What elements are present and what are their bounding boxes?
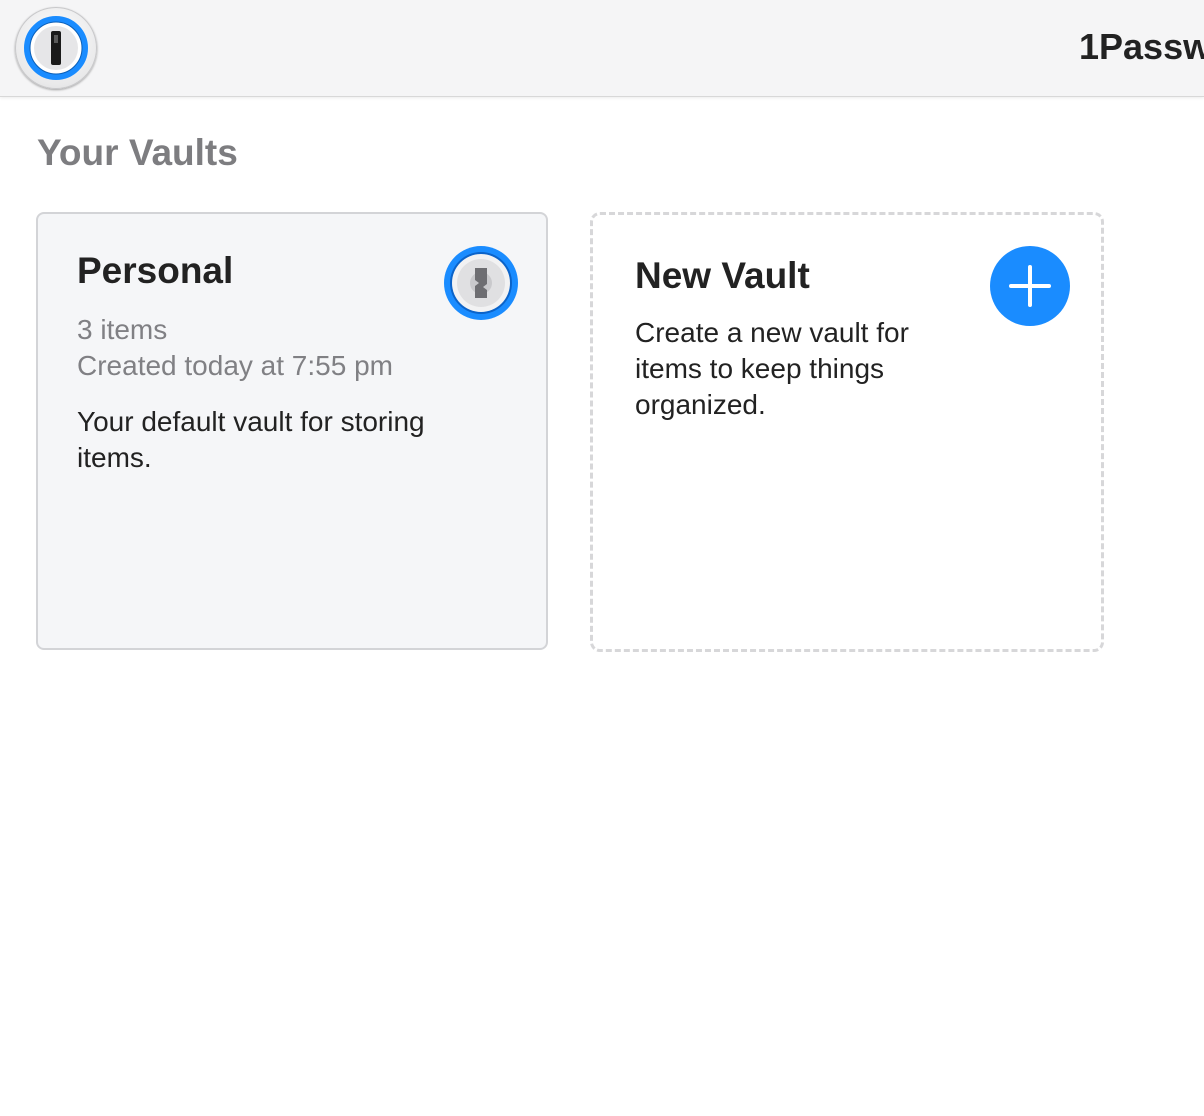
vault-created-date: Created today at 7:55 pm <box>77 350 393 381</box>
app-title: 1Password <box>1079 26 1204 67</box>
section-title: Your Vaults <box>37 132 238 173</box>
vault-meta: 3 items Created today at 7:55 pm <box>77 312 393 384</box>
plus-icon <box>1009 265 1051 307</box>
top-bar: 1Password <box>0 0 1204 97</box>
vault-item-count: 3 items <box>77 314 168 345</box>
add-vault-button[interactable] <box>990 246 1070 326</box>
vault-keyhole-icon <box>440 242 522 324</box>
new-vault-card[interactable]: New Vault Create a new vault for items t… <box>590 212 1104 652</box>
vault-description: Your default vault for storing items. <box>77 406 425 473</box>
vault-card-personal[interactable]: Personal 3 items Created today at 7:55 p… <box>36 212 548 650</box>
vault-name: Personal <box>77 250 234 291</box>
new-vault-description: Create a new vault for items to keep thi… <box>635 317 909 420</box>
new-vault-title: New Vault <box>635 255 810 296</box>
1password-logo-icon[interactable] <box>15 7 97 89</box>
